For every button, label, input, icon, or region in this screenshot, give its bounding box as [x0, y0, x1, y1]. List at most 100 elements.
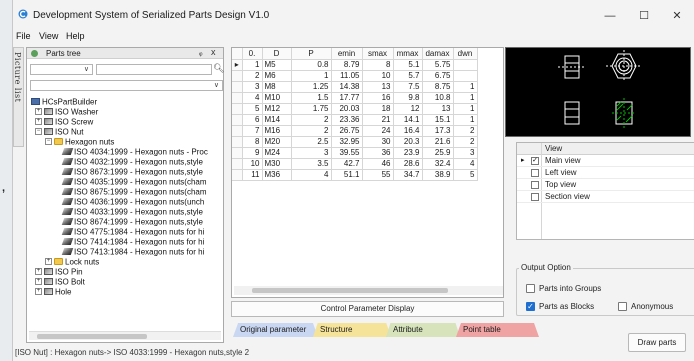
table-cell[interactable]: 39.55 — [331, 147, 363, 159]
table-cell[interactable]: 1 — [242, 59, 263, 71]
table-cell[interactable]: 5.75 — [422, 59, 454, 71]
table-cell[interactable]: 20.3 — [393, 136, 423, 148]
row-header[interactable] — [232, 169, 243, 181]
table-cell[interactable]: 1 — [453, 103, 478, 115]
table-cell[interactable]: 14.38 — [331, 81, 363, 93]
table-cell[interactable]: 4 — [242, 92, 263, 104]
table-cell[interactable]: 10.8 — [422, 92, 454, 104]
row-header[interactable] — [232, 158, 243, 170]
table-row[interactable]: 4 M10 1.5 17.77 16 9.8 10.8 1 — [232, 92, 478, 104]
table-cell[interactable]: 34.7 — [393, 169, 423, 181]
table-cell[interactable]: M12 — [262, 103, 292, 115]
table-cell[interactable]: 13 — [362, 81, 394, 93]
column-header[interactable]: P — [291, 48, 332, 60]
tree-node-iso-screw[interactable]: + ISO Screw — [35, 117, 93, 127]
tree-node-root[interactable]: HCsPartBuilder — [31, 97, 97, 107]
table-cell[interactable]: M24 — [262, 147, 292, 159]
table-cell[interactable]: 17.77 — [331, 92, 363, 104]
table-cell[interactable]: 1 — [291, 70, 332, 82]
parts-into-groups-checkbox[interactable] — [526, 284, 535, 293]
tab-attribute-parameter[interactable]: Attribute parameter — [386, 323, 460, 337]
table-cell[interactable]: 6 — [242, 114, 263, 126]
maximize-button[interactable]: ☐ — [627, 5, 661, 27]
table-cell[interactable]: 38.9 — [422, 169, 454, 181]
table-cell[interactable]: 32.95 — [331, 136, 363, 148]
table-row[interactable]: 11 M36 4 51.1 55 34.7 38.9 5 — [232, 169, 478, 181]
table-cell[interactable]: 3.5 — [291, 158, 332, 170]
tab-original-parameter[interactable]: Original parameter — [233, 323, 318, 337]
table-cell[interactable]: M14 — [262, 114, 292, 126]
table-cell[interactable]: 8.79 — [331, 59, 363, 71]
table-cell[interactable]: 7 — [242, 125, 263, 137]
table-cell[interactable]: 36 — [362, 147, 394, 159]
view-row-section[interactable]: Section view — [517, 191, 694, 203]
tree-node-standard[interactable]: ISO 8673:1999 - Hexagon nuts,style — [61, 167, 203, 177]
view-row-top[interactable]: Top view — [517, 179, 694, 191]
menu-view[interactable]: View — [39, 31, 58, 41]
table-cell[interactable]: 30 — [362, 136, 394, 148]
table-cell[interactable]: 0.8 — [291, 59, 332, 71]
table-row[interactable]: 3 M8 1.25 14.38 13 7.5 8.75 1 — [232, 81, 478, 93]
column-header[interactable]: dwn — [453, 48, 478, 60]
row-header[interactable] — [232, 136, 243, 148]
tree-node-standard[interactable]: ISO 7414:1984 - Hexagon nuts for hi — [61, 237, 204, 247]
row-header[interactable] — [232, 114, 243, 126]
table-horizontal-scrollbar[interactable] — [234, 286, 503, 295]
table-cell[interactable]: 6.75 — [422, 70, 454, 82]
table-cell[interactable]: 15.1 — [422, 114, 454, 126]
table-cell[interactable]: 2 — [453, 136, 478, 148]
table-cell[interactable]: 5.7 — [393, 70, 423, 82]
main-view-checkbox[interactable]: ✓ — [531, 157, 539, 165]
table-cell[interactable]: 25.9 — [422, 147, 454, 159]
view-row-main[interactable]: ▸ ✓ Main view — [517, 155, 694, 167]
row-header[interactable] — [232, 70, 243, 82]
table-cell[interactable]: 14.1 — [393, 114, 423, 126]
table-row[interactable]: ▸ 1 M5 0.8 8.79 8 5.1 5.75 — [232, 59, 478, 71]
table-cell[interactable]: 5 — [453, 169, 478, 181]
collapse-icon[interactable]: − — [35, 128, 42, 136]
table-cell[interactable]: 8 — [242, 136, 263, 148]
table-cell[interactable]: 23.9 — [393, 147, 423, 159]
table-cell[interactable]: 28.6 — [393, 158, 423, 170]
table-cell[interactable]: 16 — [362, 92, 394, 104]
table-cell[interactable]: 5.1 — [393, 59, 423, 71]
table-cell[interactable]: 21.6 — [422, 136, 454, 148]
draw-parts-button[interactable]: Draw parts — [628, 333, 686, 352]
table-cell[interactable]: M16 — [262, 125, 292, 137]
expand-icon[interactable]: + — [35, 288, 42, 296]
table-cell[interactable]: 5 — [242, 103, 263, 115]
table-cell[interactable]: 42.7 — [331, 158, 363, 170]
table-cell[interactable]: 12 — [393, 103, 423, 115]
picture-list-tab[interactable]: Picture list — [13, 47, 24, 147]
section-view-checkbox[interactable] — [531, 193, 539, 201]
tab-structure-parameter[interactable]: Structure parameter — [313, 323, 391, 337]
scrollbar-thumb[interactable] — [252, 288, 448, 293]
table-cell[interactable]: 23.36 — [331, 114, 363, 126]
left-view-checkbox[interactable] — [531, 169, 539, 177]
table-cell[interactable]: 17.3 — [422, 125, 454, 137]
table-cell[interactable]: 3 — [453, 147, 478, 159]
menu-file[interactable]: File — [16, 31, 31, 41]
table-row[interactable]: 7 M16 2 26.75 24 16.4 17.3 2 — [232, 125, 478, 137]
tree-node-standard[interactable]: ISO 7413:1984 - Hexagon nuts for hi — [61, 247, 204, 257]
control-parameter-display-button[interactable]: Control Parameter Display — [231, 301, 504, 317]
view-row-left[interactable]: Left view — [517, 167, 694, 179]
table-cell[interactable]: 2 — [242, 70, 263, 82]
table-cell[interactable]: 20.03 — [331, 103, 363, 115]
row-header[interactable] — [232, 92, 243, 104]
row-header[interactable] — [232, 125, 243, 137]
tree-horizontal-scrollbar[interactable] — [29, 331, 221, 340]
table-cell[interactable]: 2 — [453, 125, 478, 137]
collapse-icon[interactable]: − — [45, 138, 52, 146]
tree-node-standard[interactable]: ISO 8675:1999 - Hexagon nuts(cham — [61, 187, 207, 197]
row-header[interactable] — [232, 103, 243, 115]
table-cell[interactable]: 10 — [242, 158, 263, 170]
scrollbar-thumb[interactable] — [37, 334, 147, 339]
menu-help[interactable]: Help — [66, 31, 85, 41]
search-icon[interactable]: 🔍︎ — [213, 63, 224, 75]
table-cell[interactable]: 10 — [362, 70, 394, 82]
table-cell[interactable]: 32.4 — [422, 158, 454, 170]
table-cell[interactable]: 2 — [291, 125, 332, 137]
table-cell[interactable]: 1 — [453, 92, 478, 104]
tree-node-hexagon-nuts[interactable]: − Hexagon nuts — [45, 137, 114, 147]
